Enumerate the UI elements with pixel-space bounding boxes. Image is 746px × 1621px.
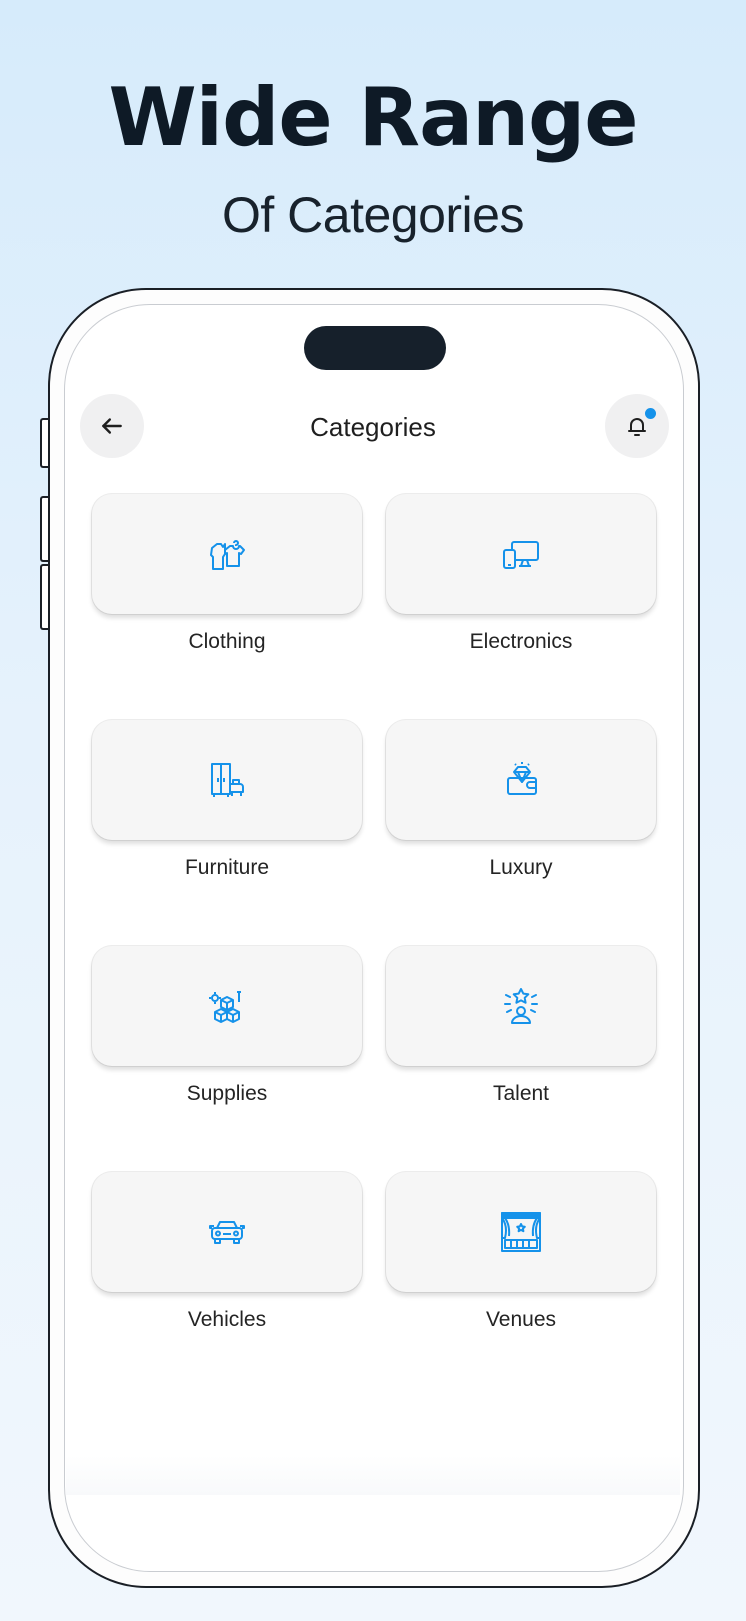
category-label-talent: Talent xyxy=(492,1082,550,1105)
boxes-icon xyxy=(207,986,247,1026)
category-label-electronics: Electronics xyxy=(469,630,573,653)
notifications-button[interactable] xyxy=(605,394,669,458)
category-label-luxury: Luxury xyxy=(489,856,553,879)
category-label-venues: Venues xyxy=(485,1308,557,1331)
star-person-icon xyxy=(501,986,541,1026)
dynamic-island xyxy=(304,326,446,370)
notification-dot xyxy=(645,408,656,419)
category-tile-furniture[interactable] xyxy=(92,720,362,840)
category-tile-clothing[interactable] xyxy=(92,494,362,614)
phone-frame xyxy=(48,288,700,1588)
category-label-furniture: Furniture xyxy=(184,856,270,879)
category-tile-vehicles[interactable] xyxy=(92,1172,362,1292)
screen-bottom-fade xyxy=(66,1455,680,1495)
diamond-wallet-icon xyxy=(501,760,541,800)
category-tile-luxury[interactable] xyxy=(386,720,656,840)
promo-subheadline: Of Categories xyxy=(222,187,524,243)
category-tile-venues[interactable] xyxy=(386,1172,656,1292)
stage-icon xyxy=(499,1210,543,1254)
devices-icon xyxy=(501,534,541,574)
bell-icon xyxy=(625,414,649,438)
clothing-icon xyxy=(207,534,247,574)
category-tile-talent[interactable] xyxy=(386,946,656,1066)
category-label-supplies: Supplies xyxy=(186,1082,268,1105)
category-label-vehicles: Vehicles xyxy=(187,1308,267,1331)
promo-headline: Wide Range xyxy=(108,71,638,164)
category-label-clothing: Clothing xyxy=(188,630,266,653)
wardrobe-chair-icon xyxy=(207,760,247,800)
category-tile-supplies[interactable] xyxy=(92,946,362,1066)
category-tile-electronics[interactable] xyxy=(386,494,656,614)
car-icon xyxy=(207,1212,247,1252)
